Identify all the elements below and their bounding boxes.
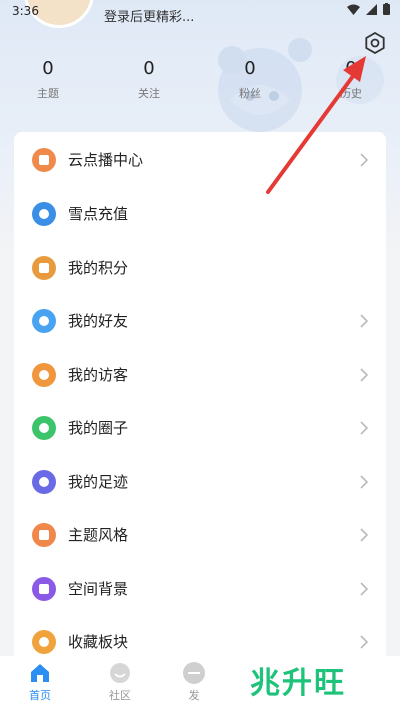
chevron-right-icon <box>360 367 369 382</box>
community-icon <box>107 662 133 684</box>
menu-item-footprint[interactable]: 我的足迹 <box>14 455 386 508</box>
stat-label: 关注 <box>138 87 160 100</box>
nav-home[interactable]: 首页 <box>10 662 70 703</box>
wifi-icon <box>347 4 360 15</box>
footprint-icon <box>32 469 56 494</box>
nav-label: 首页 <box>29 689 51 702</box>
circle-icon <box>32 415 56 440</box>
stat-label: 主题 <box>37 87 59 100</box>
settings-button[interactable] <box>362 30 388 56</box>
login-prompt[interactable]: 登录后更精彩... <box>104 6 194 25</box>
chevron-right-icon <box>360 313 369 328</box>
stats-row: 0 主题 0 关注 0 粉丝 0 历史 <box>0 58 400 108</box>
visitors-icon <box>32 362 56 387</box>
menu-item-visitors[interactable]: 我的访客 <box>14 348 386 401</box>
menu-item-friends[interactable]: 我的好友 <box>14 294 386 347</box>
signal-icon <box>366 3 377 15</box>
gear-icon <box>365 32 385 54</box>
menu-item-label: 我的圈子 <box>68 419 129 437</box>
status-time: 3:36 <box>12 4 39 18</box>
stat-value: 0 <box>42 58 54 79</box>
stat-history[interactable]: 0 历史 <box>311 58 391 101</box>
chevron-right-icon <box>360 152 369 167</box>
chevron-right-icon <box>360 474 369 489</box>
menu-item-label: 我的积分 <box>68 259 129 277</box>
menu-item-theme[interactable]: 主题风格 <box>14 508 386 561</box>
status-bar: 3:36 <box>0 0 400 24</box>
recharge-icon <box>32 201 56 226</box>
watermark: 兆升旺 <box>250 666 346 701</box>
menu-item-video-center[interactable]: 云点播中心 <box>14 133 386 186</box>
battery-icon <box>383 3 390 15</box>
stat-followers[interactable]: 0 粉丝 <box>210 58 290 101</box>
menu-item-label: 主题风格 <box>68 526 129 544</box>
stat-label: 历史 <box>340 87 362 100</box>
stat-label: 粉丝 <box>239 87 261 100</box>
menu-item-label: 雪点充值 <box>68 205 129 223</box>
video-center-icon <box>32 147 56 172</box>
points-icon <box>32 255 56 280</box>
menu-item-label: 我的好友 <box>68 312 129 330</box>
background-icon <box>32 576 56 601</box>
menu-item-recharge[interactable]: 雪点充值 <box>14 187 386 240</box>
menu-item-circle[interactable]: 我的圈子 <box>14 401 386 454</box>
menu-item-background[interactable]: 空间背景 <box>14 562 386 615</box>
menu-item-label: 我的访客 <box>68 366 129 384</box>
menu-item-label: 云点播中心 <box>68 151 144 169</box>
menu-item-label: 收藏板块 <box>68 633 129 651</box>
stat-value: 0 <box>345 58 357 79</box>
post-icon <box>181 662 207 684</box>
stat-topics[interactable]: 0 主题 <box>8 58 88 101</box>
chevron-right-icon <box>360 420 369 435</box>
menu-item-label: 我的足迹 <box>68 473 129 491</box>
status-icons <box>347 3 390 15</box>
stat-value: 0 <box>244 58 256 79</box>
menu-item-points[interactable]: 我的积分 <box>14 241 386 294</box>
nav-community[interactable]: 社区 <box>90 662 150 703</box>
menu-card: 云点播中心 雪点充值 我的积分 我的好友 我的访客 我的圈子 我的足迹 主题风格… <box>14 132 386 672</box>
nav-label: 发 <box>188 689 200 702</box>
theme-icon <box>32 522 56 547</box>
chevron-right-icon <box>360 527 369 542</box>
chevron-right-icon <box>360 634 369 649</box>
home-icon <box>27 662 53 684</box>
favorites-icon <box>32 629 56 654</box>
chevron-right-icon <box>360 581 369 596</box>
menu-item-label: 空间背景 <box>68 580 129 598</box>
nav-post[interactable]: 发 <box>164 662 224 703</box>
nav-label: 社区 <box>109 689 131 702</box>
stat-following[interactable]: 0 关注 <box>109 58 189 101</box>
stat-value: 0 <box>143 58 155 79</box>
friends-icon <box>32 308 56 333</box>
